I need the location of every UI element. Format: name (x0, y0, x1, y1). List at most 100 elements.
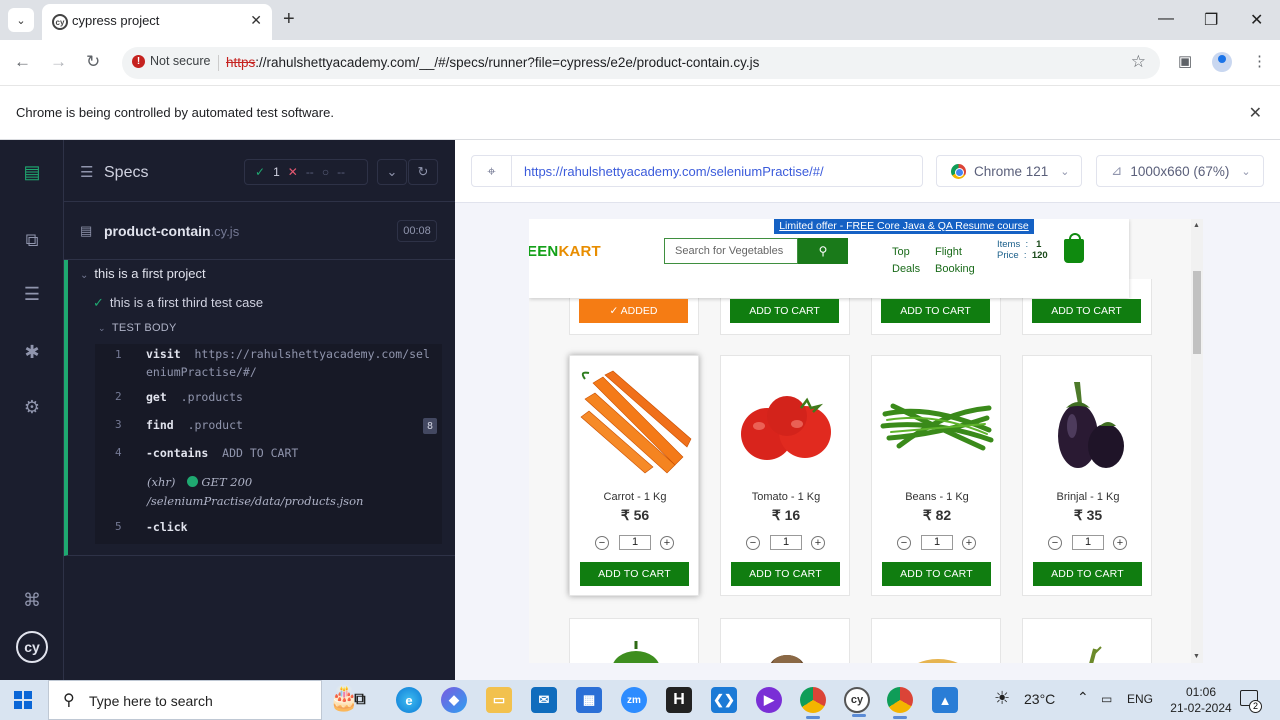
quantity-input[interactable]: 1 (619, 535, 651, 550)
profile-avatar[interactable] (1212, 52, 1232, 72)
clock[interactable]: 01:06 21-02-2024 (1168, 684, 1234, 716)
rerun-icon[interactable]: ↻ (408, 159, 438, 185)
scroll-down-icon[interactable]: ▼ (1193, 653, 1200, 660)
reload-icon[interactable]: ↻ (86, 52, 100, 72)
test-title[interactable]: ✓ this is a first third test case (93, 295, 263, 311)
chrome-active-icon[interactable] (887, 687, 913, 719)
flight-booking-link[interactable]: Flight Booking (935, 244, 975, 278)
vscode-icon[interactable]: ❮❯ (711, 687, 737, 713)
promo-link[interactable]: Limited offer - FREE Core Java & QA Resu… (774, 219, 1034, 234)
decrement-icon[interactable]: − (595, 536, 609, 550)
add-to-cart-button[interactable]: ADD TO CART (730, 299, 839, 323)
infobar-close-icon[interactable]: ✕ (1249, 103, 1262, 123)
scroll-up-icon[interactable]: ▲ (1193, 222, 1200, 229)
decrement-icon[interactable]: − (746, 536, 760, 550)
media-player-icon[interactable]: ▶ (756, 687, 782, 713)
increment-icon[interactable]: + (660, 536, 674, 550)
file-explorer-icon[interactable]: ▭ (486, 687, 512, 713)
scroll-thumb[interactable] (1193, 271, 1201, 354)
add-to-cart-button[interactable]: ADD TO CART (1032, 299, 1141, 323)
chrome-taskbar-icon[interactable] (800, 687, 826, 719)
added-button[interactable]: ✓ ADDED (579, 299, 688, 323)
cypress-taskbar-icon[interactable]: cy (844, 687, 870, 717)
browser-tab[interactable]: cy cypress project ✕ (42, 4, 272, 40)
command-number: 3 (115, 418, 122, 431)
tab-search-button[interactable]: ⌄ (8, 8, 34, 32)
increment-icon[interactable]: + (962, 536, 976, 550)
address-url[interactable]: https://rahulshettyacademy.com/__/#/spec… (226, 55, 759, 70)
security-label: Not secure (150, 54, 211, 68)
selector-playground-icon[interactable]: ⌖ (471, 155, 512, 187)
viewport-selector[interactable]: ⊿ 1000x660 (67%) ⌄ (1096, 155, 1264, 187)
cart-bag-icon[interactable] (1064, 233, 1084, 263)
command-row[interactable]: 3 find .product 8 (95, 418, 442, 438)
tab-close-icon[interactable]: ✕ (250, 12, 262, 29)
aut-scrollbar[interactable]: ▲ ▼ (1191, 219, 1203, 663)
increment-icon[interactable]: + (811, 536, 825, 550)
debug-bug-icon[interactable]: ✱ (20, 340, 44, 364)
test-body-label[interactable]: ⌄ TEST BODY (98, 322, 177, 334)
add-to-cart-button[interactable]: ADD TO CART (1033, 562, 1142, 586)
top-deals-link[interactable]: Top Deals (892, 244, 920, 278)
decrement-icon[interactable]: − (897, 536, 911, 550)
collapse-chevron-icon[interactable]: ⌄ (377, 159, 407, 185)
photos-icon[interactable]: ▲ (932, 687, 958, 713)
battery-icon[interactable]: ▭ (1101, 692, 1112, 706)
add-to-cart-button[interactable]: ADD TO CART (882, 562, 991, 586)
bookmark-star-icon[interactable]: ☆ (1131, 52, 1146, 72)
aut-url-field[interactable]: https://rahulshettyacademy.com/seleniumP… (512, 155, 923, 187)
add-to-cart-button[interactable]: ADD TO CART (881, 299, 990, 323)
command-row[interactable]: 4 -contains ADD TO CART (95, 446, 442, 466)
taskbar-search[interactable]: ⚲ Type here to search 🎂 (48, 680, 359, 720)
store-icon[interactable]: ▦ (576, 687, 602, 713)
decrement-icon[interactable]: − (1048, 536, 1062, 550)
add-to-cart-button[interactable]: ADD TO CART (731, 562, 840, 586)
command-number: 4 (115, 446, 122, 459)
restore-button[interactable]: ❐ (1204, 10, 1218, 30)
copilot-icon[interactable]: ◆ (441, 687, 467, 713)
runs-nav-icon[interactable]: ☰ (20, 282, 44, 306)
logo-orange-text: KART (558, 243, 601, 260)
task-view-icon[interactable]: ⧉ (347, 687, 373, 713)
settings-gear-icon[interactable]: ⚙ (20, 395, 44, 419)
minimize-button[interactable]: — (1158, 10, 1174, 28)
security-indicator[interactable]: ! Not secure (132, 54, 210, 68)
app-under-test-panel: ⌖ https://rahulshettyacademy.com/seleniu… (455, 140, 1280, 680)
quantity-input[interactable]: 1 (1072, 535, 1104, 550)
close-window-button[interactable]: ✕ (1250, 10, 1263, 30)
suite-title[interactable]: ⌄ this is a first project (80, 266, 206, 281)
add-to-cart-button[interactable]: ADD TO CART (580, 562, 689, 586)
side-panel-icon[interactable]: ▣ (1178, 52, 1192, 70)
h-app-icon[interactable]: H (666, 687, 692, 713)
test-body-chevron-icon: ⌄ (98, 323, 106, 333)
cypress-logo-icon: cy (16, 631, 48, 663)
xhr-log-row[interactable]: (xhr) GET 200 /seleniumPractise/data/prod… (95, 474, 442, 514)
zoom-icon[interactable]: zm (621, 687, 647, 713)
windows-start-icon[interactable] (14, 691, 32, 709)
quantity-input[interactable]: 1 (770, 535, 802, 550)
specs-nav-icon[interactable]: ⧉ (20, 228, 44, 252)
edge-icon[interactable]: e (396, 687, 422, 713)
back-arrow-icon[interactable]: ← (14, 52, 31, 72)
command-row[interactable]: 2 get .products (95, 390, 442, 410)
weather-temp[interactable]: 23°C (1024, 691, 1055, 707)
specs-list-icon[interactable]: ☰ (80, 163, 93, 181)
greenkart-header: Limited offer - FREE Core Java & QA Resu… (529, 219, 1129, 298)
search-button[interactable]: ⚲ (798, 238, 848, 264)
command-row[interactable]: 1 visit https://rahulshettyacademy.com/s… (95, 344, 442, 382)
new-tab-button[interactable]: + (283, 9, 295, 29)
address-bar[interactable]: ! Not secure https://rahulshettyacademy.… (122, 47, 1160, 79)
tray-chevron-icon[interactable]: ⌃ (1077, 689, 1089, 706)
keyboard-shortcuts-icon[interactable]: ⌘ (20, 588, 44, 612)
increment-icon[interactable]: + (1113, 536, 1127, 550)
browser-selector[interactable]: Chrome 121 ⌄ (936, 155, 1082, 187)
language-indicator[interactable]: ENG (1127, 692, 1153, 706)
quantity-input[interactable]: 1 (921, 535, 953, 550)
command-row[interactable]: 5 -click (95, 520, 442, 540)
specs-label[interactable]: Specs (104, 164, 148, 182)
vegetable-search-input[interactable]: Search for Vegetables (664, 238, 798, 264)
forward-arrow-icon[interactable]: → (50, 52, 67, 72)
menu-kebab-icon[interactable]: ⋮ (1252, 52, 1267, 70)
mail-icon[interactable]: ✉ (531, 687, 557, 713)
project-icon[interactable]: ▤ (20, 160, 44, 184)
